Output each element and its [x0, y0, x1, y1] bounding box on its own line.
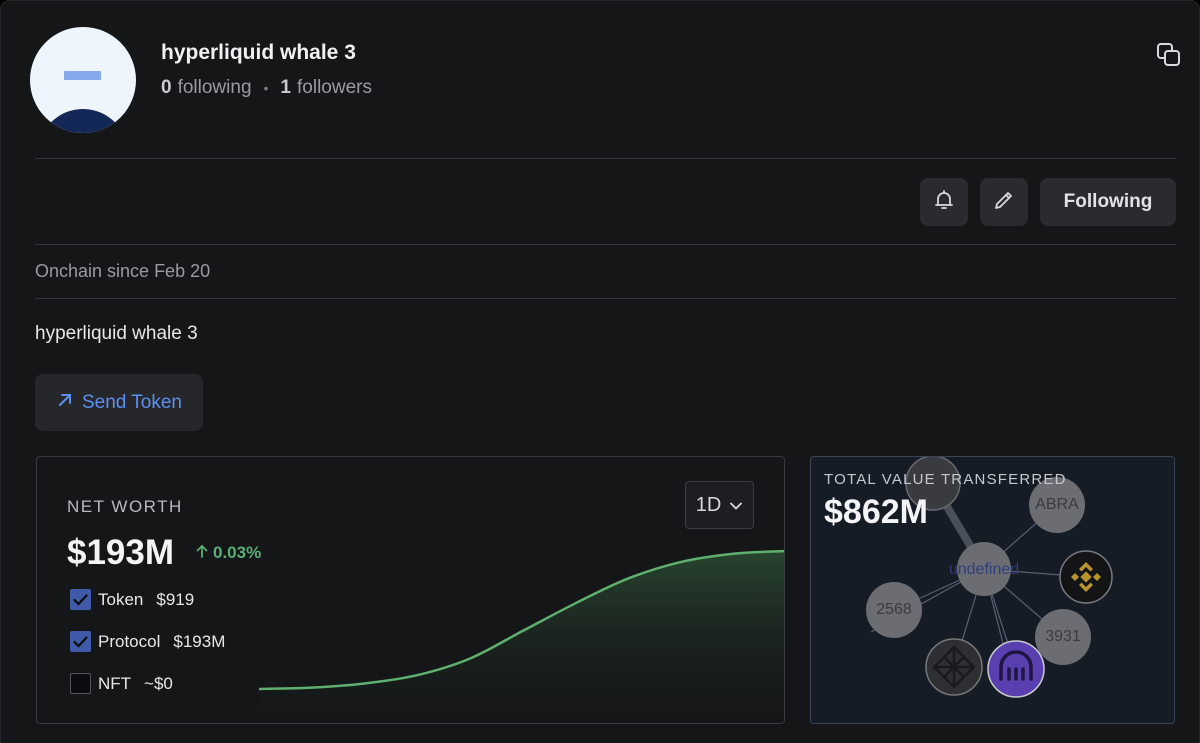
following-count[interactable]: 0: [161, 77, 172, 99]
follow-stats: 0 following • 1 followers: [161, 77, 372, 99]
followers-count[interactable]: 1: [280, 77, 291, 99]
token-label: Token: [98, 589, 144, 609]
pencil-icon: [992, 188, 1016, 217]
send-token-label: Send Token: [81, 391, 182, 413]
avatar: [30, 27, 136, 133]
net-worth-change-value: 0.03%: [213, 543, 262, 562]
send-token-button[interactable]: Send Token: [35, 374, 203, 431]
token-amount: $919: [156, 589, 195, 609]
net-worth-area: [259, 551, 784, 723]
protocol-checkbox[interactable]: [70, 631, 91, 652]
node-3931-label: 3931: [1045, 628, 1081, 645]
token-checkbox[interactable]: [70, 589, 91, 610]
divider: [35, 298, 1176, 299]
bell-icon: [932, 188, 956, 217]
notification-button[interactable]: [920, 178, 968, 226]
divider: [35, 244, 1176, 245]
net-worth-label: NET WORTH: [67, 497, 183, 516]
node-abra-label: ABRA: [1035, 496, 1079, 513]
net-worth-panel: NET WORTH $193M 0.03% 1D Token $919 Prot…: [36, 456, 785, 724]
net-worth-value: $193M: [67, 533, 175, 572]
following-label[interactable]: following: [178, 77, 252, 99]
copy-icon[interactable]: [1155, 41, 1183, 69]
divider: [35, 158, 1176, 159]
tvt-label: TOTAL VALUE TRANSFERRED: [824, 471, 1067, 488]
arrow-up-icon: [195, 543, 209, 563]
net-worth-change: 0.03%: [195, 543, 261, 563]
binance-node[interactable]: [1059, 550, 1113, 604]
profile-card: hyperliquid whale 3 0 following • 1 foll…: [0, 0, 1200, 743]
arrow-up-right-icon: [56, 391, 74, 415]
time-range-select[interactable]: 1D: [685, 481, 754, 529]
time-range-value: 1D: [695, 493, 722, 516]
protocol-amount: $193M: [173, 631, 226, 651]
tvt-value: $862M: [824, 493, 928, 531]
legend-token[interactable]: Token $919: [70, 589, 194, 610]
onchain-since: Onchain since Feb 20: [35, 261, 211, 281]
total-value-transferred-panel: ABRA 2568 3931 undefined TOTAL VALUE TRA…: [810, 456, 1175, 724]
kraken-node[interactable]: [987, 640, 1045, 698]
pyramid-token-node[interactable]: [925, 638, 983, 696]
node-2568-label: 2568: [876, 601, 912, 618]
profile-name: hyperliquid whale 3: [161, 41, 356, 64]
avatar-bar-shape: [64, 71, 101, 80]
nft-label: NFT: [98, 673, 132, 693]
separator-dot: •: [263, 80, 269, 96]
node-center-label: undefined: [948, 561, 1020, 578]
legend-nft[interactable]: NFT ~$0: [70, 673, 173, 694]
edit-button[interactable]: [980, 178, 1028, 226]
legend-protocol[interactable]: Protocol $193M: [70, 631, 225, 652]
avatar-body-shape: [38, 109, 128, 133]
nft-checkbox[interactable]: [70, 673, 91, 694]
profile-bio: hyperliquid whale 3: [35, 323, 198, 344]
chevron-down-icon: [729, 494, 743, 517]
following-button[interactable]: Following: [1040, 178, 1176, 226]
nft-amount: ~$0: [144, 673, 173, 693]
protocol-label: Protocol: [98, 631, 161, 651]
followers-label[interactable]: followers: [297, 77, 372, 99]
